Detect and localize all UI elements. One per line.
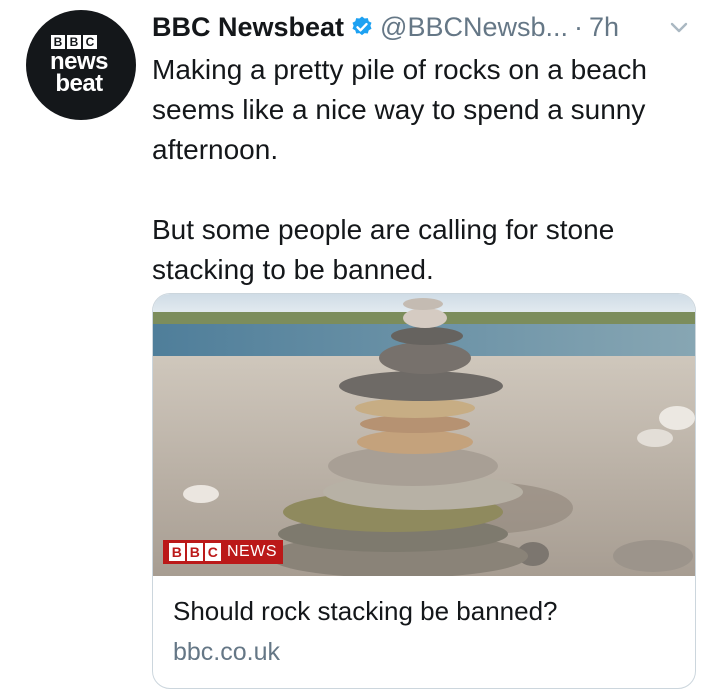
bbc-block: B (67, 35, 81, 49)
bbc-block: B (51, 35, 65, 49)
timestamp[interactable]: 7h (589, 12, 619, 43)
badge-news-text: NEWS (227, 543, 277, 560)
link-card[interactable]: B B C NEWS Should rock stacking be banne… (152, 293, 696, 689)
bbc-logo-blocks: B B C (51, 35, 97, 49)
tweet-header: BBC Newsbeat @BBCNewsb... · 7h (152, 8, 700, 46)
badge-block: B (187, 543, 203, 561)
badge-block: C (205, 543, 221, 561)
avatar-word-beat: beat (55, 70, 103, 97)
badge-block: B (169, 543, 185, 561)
display-name[interactable]: BBC Newsbeat (152, 12, 344, 43)
verified-badge-icon (350, 15, 374, 39)
avatar[interactable]: B B C news beat (26, 10, 136, 120)
bbc-block: C (83, 35, 97, 49)
chevron-down-icon[interactable] (666, 14, 692, 47)
card-domain: bbc.co.uk (173, 638, 281, 666)
user-handle[interactable]: @BBCNewsb... (380, 12, 568, 43)
tweet-paragraph: But some people are calling for stone st… (152, 214, 615, 285)
card-image-rock-stack (153, 294, 695, 576)
tweet-paragraph: Making a pretty pile of rocks on a beach… (152, 54, 647, 165)
tweet-text: Making a pretty pile of rocks on a beach… (152, 50, 702, 290)
card-title[interactable]: Should rock stacking be banned? (173, 596, 558, 627)
separator-dot: · (574, 11, 584, 42)
bbc-news-badge: B B C NEWS (163, 540, 283, 564)
